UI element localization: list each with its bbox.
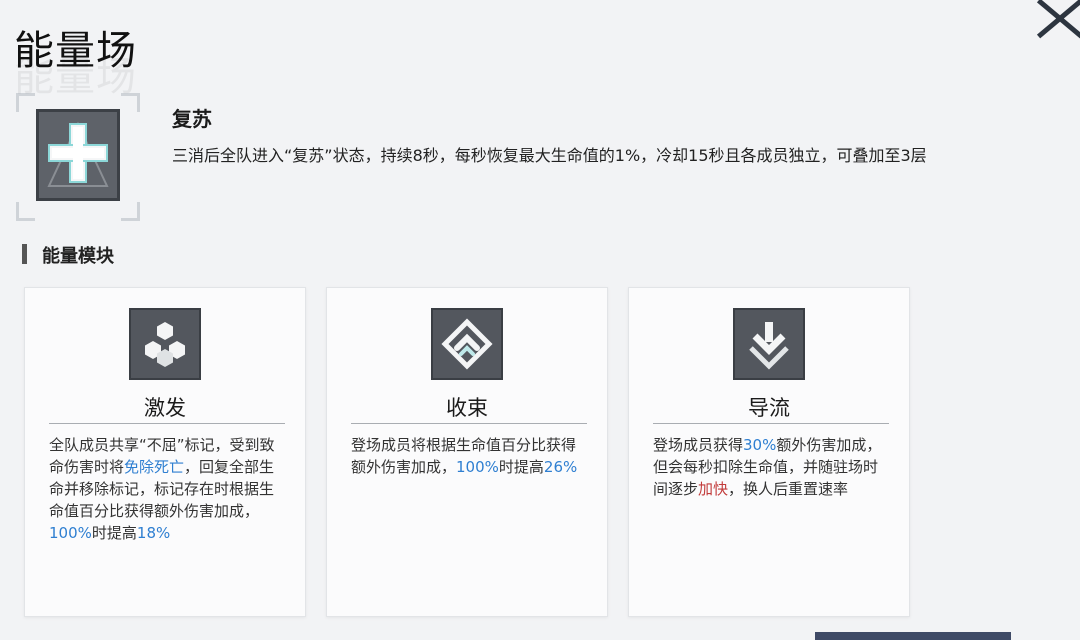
hexagon-cluster-icon	[129, 308, 201, 380]
buff-icon-frame	[16, 93, 140, 221]
diamond-link-icon	[431, 308, 503, 380]
close-icon[interactable]	[1024, 0, 1080, 44]
module-description: 登场成员将根据生命值百分比获得额外伤害加成，100%时提高26%	[351, 436, 578, 476]
bottom-tab-indicator	[815, 632, 1011, 640]
frame-corner	[16, 202, 35, 221]
cross-heal-icon	[36, 109, 120, 201]
module-description: 全队成员共享“不屈”标记，受到致命伤害时将免除死亡，回复全部生命并移除标记，标记…	[49, 436, 275, 542]
module-card-shoushu[interactable]: 收束 登场成员将根据生命值百分比获得额外伤害加成，100%时提高26%	[326, 287, 608, 617]
frame-corner	[121, 202, 140, 221]
module-description: 登场成员获得30%额外伤害加成，但会每秒扣除生命值，并随驻场时间逐步加快，换人后…	[653, 436, 882, 498]
module-card-daoliu[interactable]: 导流 登场成员获得30%额外伤害加成，但会每秒扣除生命值，并随驻场时间逐步加快，…	[628, 287, 910, 617]
module-card-jifa[interactable]: 激发 全队成员共享“不屈”标记，受到致命伤害时将免除死亡，回复全部生命并移除标记…	[24, 287, 306, 617]
divider	[351, 423, 587, 424]
page-title: 能量场	[14, 28, 137, 74]
divider	[653, 423, 889, 424]
page-title-area: 能量场 能量场	[14, 18, 137, 100]
buff-description: 三消后全队进入“复苏”状态，持续8秒，每秒恢复最大生命值的1%，冷却15秒且各成…	[172, 146, 927, 165]
download-chevron-icon	[733, 308, 805, 380]
buff-name: 复苏	[172, 107, 212, 131]
divider	[49, 423, 285, 424]
section-title: 能量模块	[42, 246, 114, 267]
section-marker	[22, 244, 27, 264]
module-name: 激发	[144, 396, 186, 420]
module-name: 收束	[446, 396, 488, 420]
module-name: 导流	[748, 396, 790, 420]
